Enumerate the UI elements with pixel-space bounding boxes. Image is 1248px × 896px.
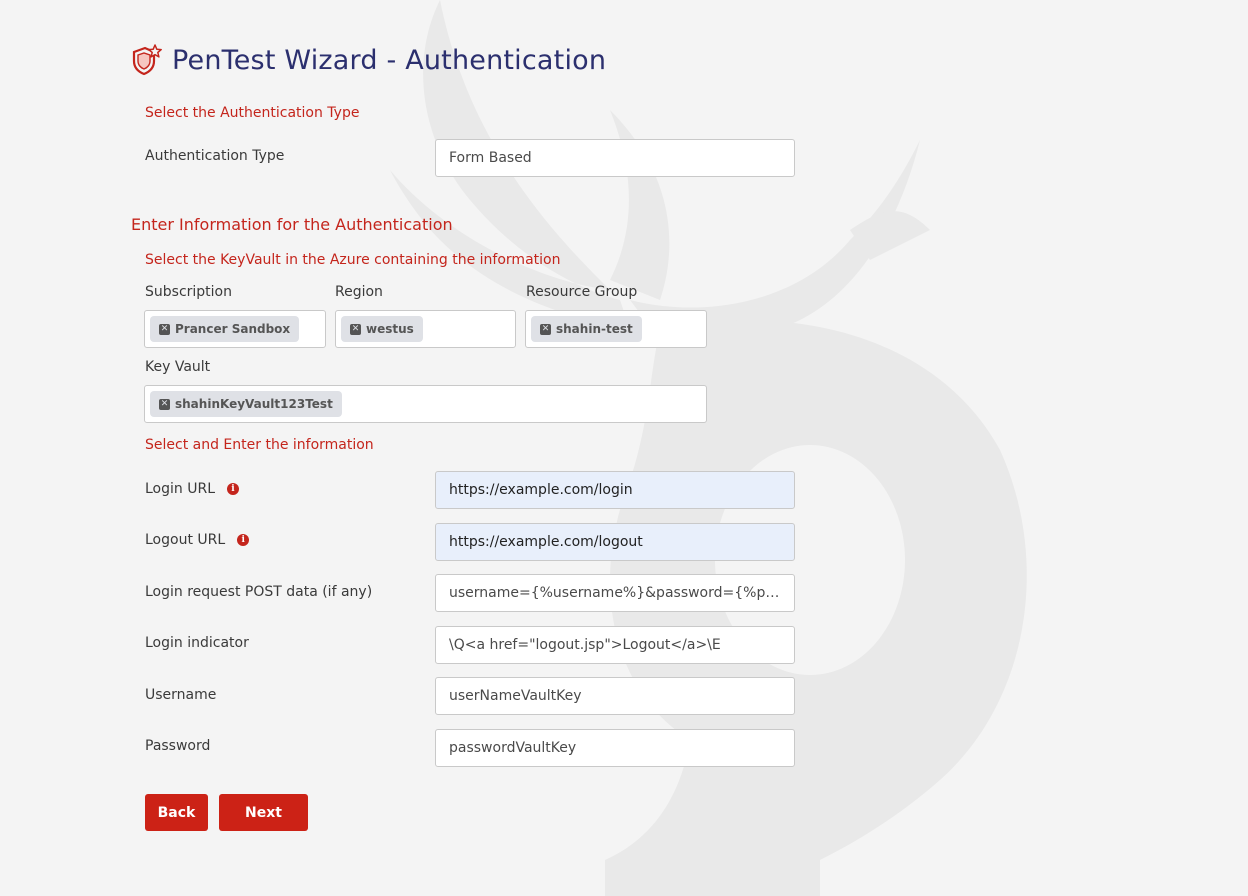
auth-type-field[interactable] xyxy=(435,139,795,177)
info-icon[interactable]: i xyxy=(237,534,250,546)
key-vault-tag: ✕ shahinKeyVault123Test xyxy=(150,391,342,417)
key-vault-label: Key Vault xyxy=(145,359,211,375)
logout-url-label: Logout URL i xyxy=(145,532,250,548)
region-tag-label: westus xyxy=(366,322,414,336)
resource-group-select[interactable]: ✕ shahin-test xyxy=(525,310,707,348)
logout-url-label-text: Logout URL xyxy=(145,532,226,548)
shield-star-icon xyxy=(132,44,162,76)
post-data-label: Login request POST data (if any) xyxy=(145,584,373,600)
logout-url-input[interactable] xyxy=(435,523,795,561)
info-icon[interactable]: i xyxy=(227,483,239,495)
subscription-tag-label: Prancer Sandbox xyxy=(175,322,291,336)
title-row: PenTest Wizard - Authentication xyxy=(130,42,606,78)
login-indicator-label: Login indicator xyxy=(145,635,249,651)
resource-group-tag: ✕ shahin-test xyxy=(531,316,642,342)
login-url-label-text: Login URL xyxy=(145,481,215,497)
username-label: Username xyxy=(145,687,217,703)
info-section-heading: Enter Information for the Authentication xyxy=(131,215,453,234)
username-input[interactable] xyxy=(435,677,795,715)
post-data-input[interactable] xyxy=(435,574,795,612)
page-title: PenTest Wizard - Authentication xyxy=(172,44,607,76)
next-button[interactable]: Next xyxy=(219,794,308,831)
back-button[interactable]: Back xyxy=(145,794,208,831)
password-input[interactable] xyxy=(435,729,795,767)
close-icon[interactable]: ✕ xyxy=(159,323,170,335)
login-url-label: Login URL i xyxy=(145,481,239,497)
login-url-input[interactable] xyxy=(435,471,795,509)
details-section-label: Select and Enter the information xyxy=(145,437,374,453)
resource-group-label: Resource Group xyxy=(526,284,638,300)
close-icon[interactable]: ✕ xyxy=(540,323,551,335)
subscription-tag: ✕ Prancer Sandbox xyxy=(150,316,300,342)
resource-group-tag-label: shahin-test xyxy=(556,322,633,336)
subscription-label: Subscription xyxy=(145,284,232,300)
keyvault-section-label: Select the KeyVault in the Azure contain… xyxy=(145,252,561,268)
region-tag: ✕ westus xyxy=(341,316,423,342)
key-vault-select[interactable]: ✕ shahinKeyVault123Test xyxy=(144,385,707,423)
password-label: Password xyxy=(145,738,211,754)
auth-type-section-label: Select the Authentication Type xyxy=(145,105,360,121)
key-vault-tag-label: shahinKeyVault123Test xyxy=(175,397,333,411)
close-icon[interactable]: ✕ xyxy=(159,398,170,410)
region-select[interactable]: ✕ westus xyxy=(335,310,516,348)
auth-type-label: Authentication Type xyxy=(145,148,285,164)
login-indicator-input[interactable] xyxy=(435,626,795,664)
subscription-select[interactable]: ✕ Prancer Sandbox xyxy=(144,310,326,348)
region-label: Region xyxy=(335,284,383,300)
close-icon[interactable]: ✕ xyxy=(350,323,361,335)
